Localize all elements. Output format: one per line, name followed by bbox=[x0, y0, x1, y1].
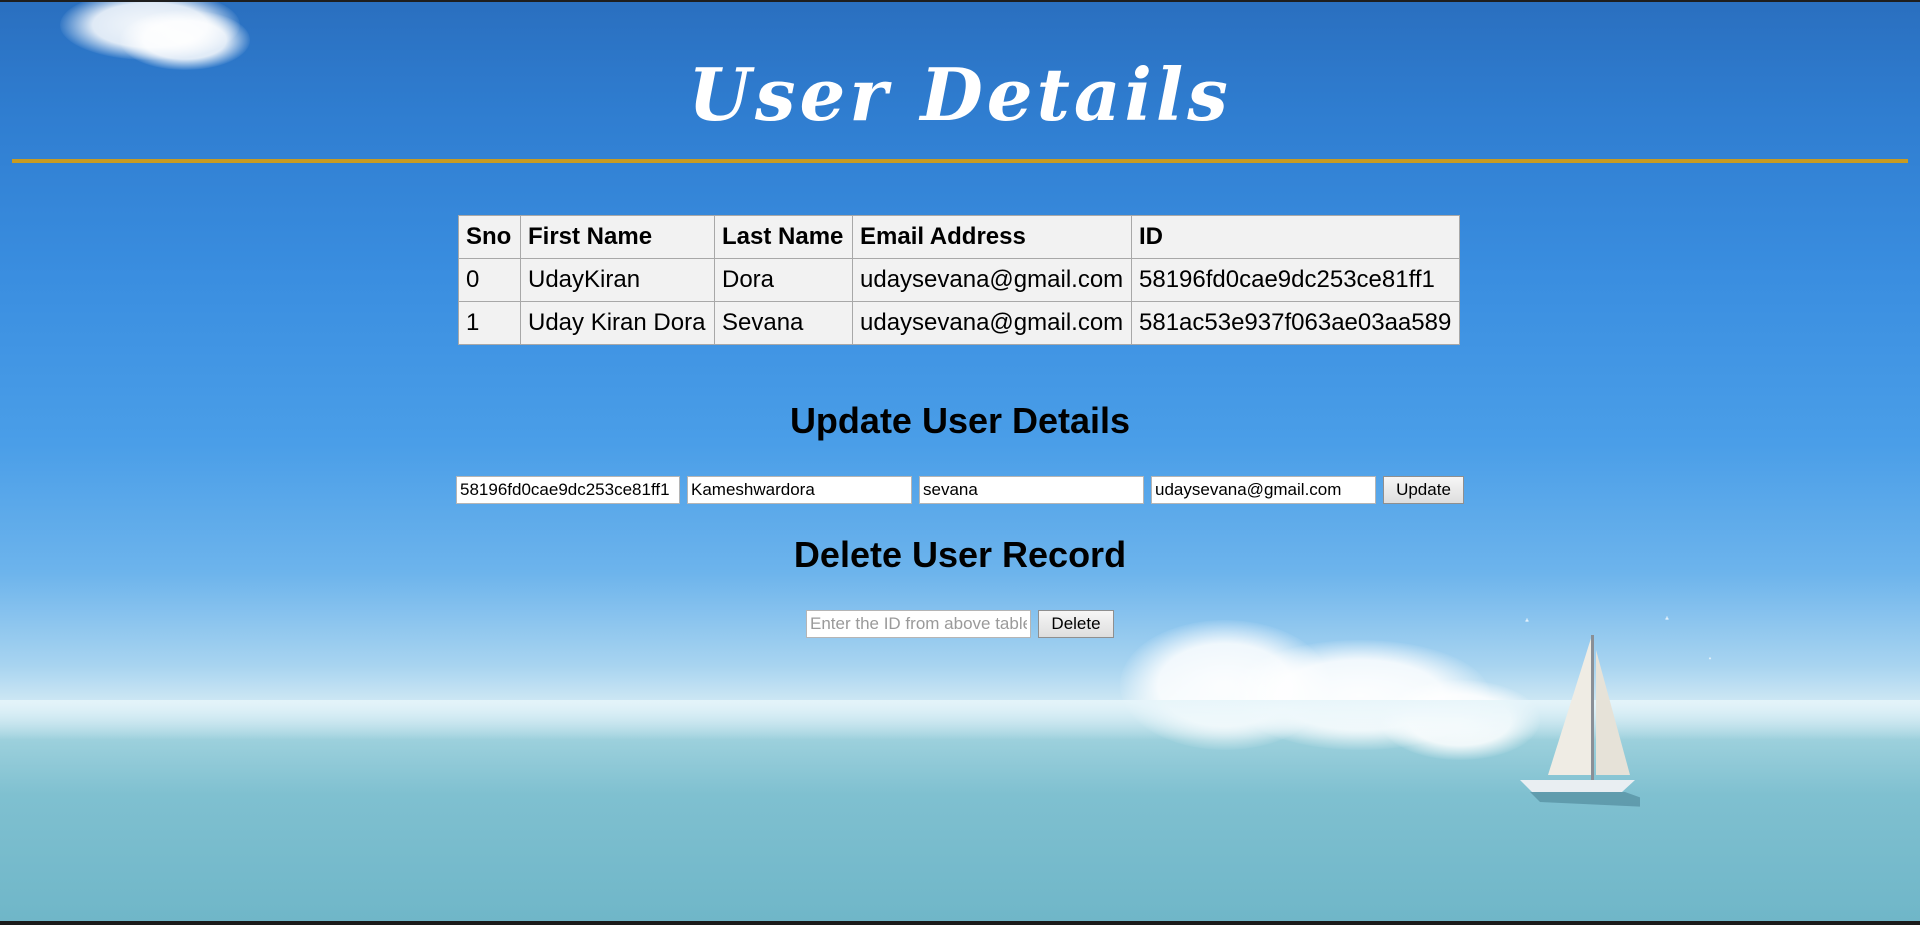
delete-section-heading: Delete User Record bbox=[793, 534, 1127, 575]
delete-button[interactable]: Delete bbox=[1038, 610, 1114, 638]
bird-icon: ˔ bbox=[1708, 649, 1712, 663]
update-last-name-input[interactable] bbox=[919, 476, 1144, 504]
header-email: Email Address bbox=[852, 215, 1132, 259]
page-title: User Details bbox=[688, 52, 1232, 137]
bird-icon: ˔ bbox=[1664, 605, 1670, 625]
bird-icon: ˔ bbox=[1524, 607, 1530, 627]
update-email-input[interactable] bbox=[1151, 476, 1376, 504]
window-top-border bbox=[0, 0, 1920, 2]
cell-email: udaysevana@gmail.com bbox=[852, 258, 1132, 302]
table-row: 1 Uday Kiran Dora Sevana udaysevana@gmai… bbox=[458, 301, 1460, 345]
update-id-input[interactable] bbox=[456, 476, 680, 504]
cell-last-name: Dora bbox=[714, 258, 853, 302]
table-row: 0 UdayKiran Dora udaysevana@gmail.com 58… bbox=[458, 258, 1460, 302]
window-bottom-border bbox=[0, 921, 1920, 925]
header-first-name: First Name bbox=[520, 215, 715, 259]
cell-id: 581ac53e937f063ae03aa589 bbox=[1131, 301, 1460, 345]
title-divider bbox=[12, 159, 1908, 163]
page: ˔ ˔ ˔ User Details Sno First Name Last N… bbox=[0, 0, 1920, 925]
cell-email: udaysevana@gmail.com bbox=[852, 301, 1132, 345]
update-form: Update bbox=[456, 476, 1464, 504]
cell-sno: 0 bbox=[458, 258, 521, 302]
update-first-name-input[interactable] bbox=[687, 476, 912, 504]
cell-first-name: UdayKiran bbox=[520, 258, 715, 302]
sailboat-icon bbox=[1520, 635, 1640, 807]
cell-first-name: Uday Kiran Dora bbox=[520, 301, 715, 345]
header-sno: Sno bbox=[458, 215, 521, 259]
update-section-heading: Update User Details bbox=[789, 400, 1131, 441]
cell-id: 58196fd0cae9dc253ce81ff1 bbox=[1131, 258, 1460, 302]
users-table: Sno First Name Last Name Email Address I… bbox=[458, 215, 1460, 345]
delete-form: Delete bbox=[806, 610, 1114, 638]
delete-id-input[interactable] bbox=[806, 610, 1031, 638]
header-last-name: Last Name bbox=[714, 215, 853, 259]
header-id: ID bbox=[1131, 215, 1460, 259]
update-button[interactable]: Update bbox=[1383, 476, 1464, 504]
table-header-row: Sno First Name Last Name Email Address I… bbox=[458, 215, 1460, 259]
cell-sno: 1 bbox=[458, 301, 521, 345]
cell-last-name: Sevana bbox=[714, 301, 853, 345]
